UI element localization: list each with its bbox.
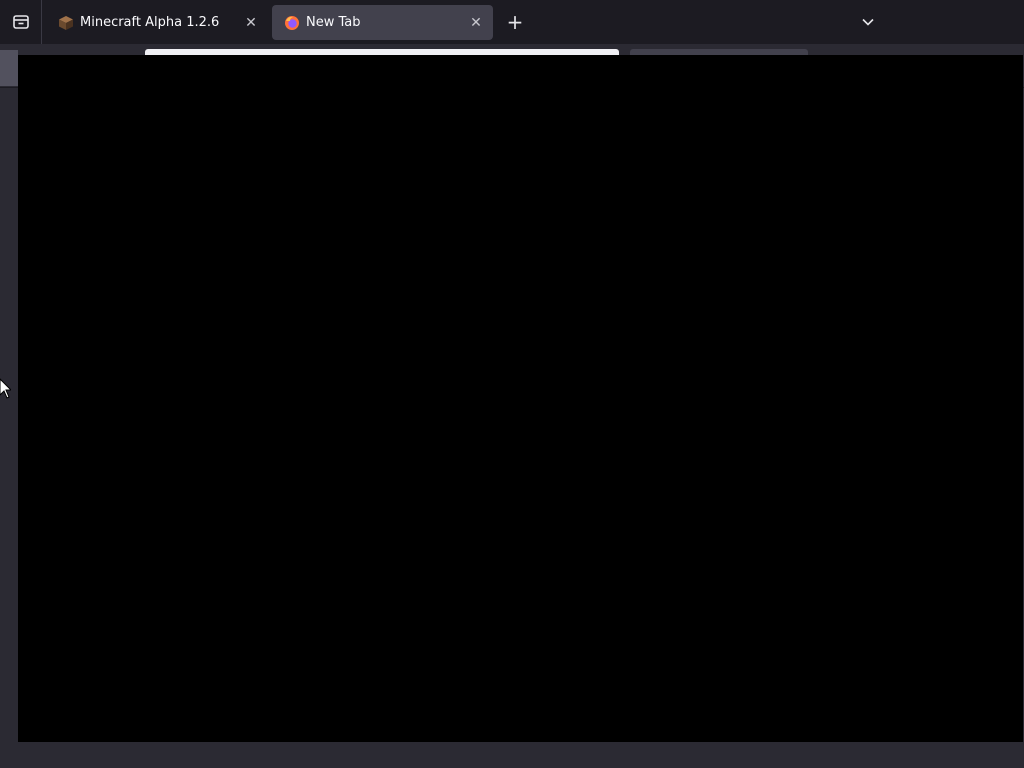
window-frame bbox=[0, 88, 18, 742]
toolbar-button[interactable] bbox=[0, 50, 18, 86]
tab-strip: Minecraft Alpha 1.2.6 ✕ New Tab ✕ + bbox=[0, 0, 1024, 44]
firefox-icon bbox=[285, 15, 299, 30]
tab-label: Minecraft Alpha 1.2.6 bbox=[80, 15, 220, 30]
minecraft-block-icon bbox=[59, 15, 73, 30]
tab-manager-button[interactable] bbox=[0, 0, 42, 44]
chevron-down-icon[interactable] bbox=[856, 10, 880, 34]
tab-manager-icon bbox=[12, 15, 29, 29]
tab-new-tab[interactable]: New Tab ✕ bbox=[272, 5, 493, 40]
mouse-cursor-icon bbox=[0, 378, 11, 399]
tab-minecraft[interactable]: Minecraft Alpha 1.2.6 ✕ bbox=[46, 5, 268, 40]
close-icon[interactable]: ✕ bbox=[239, 11, 263, 35]
window-frame bbox=[0, 742, 1024, 768]
tab-label: New Tab bbox=[306, 15, 361, 30]
game-window[interactable] bbox=[18, 55, 1023, 742]
plus-icon[interactable]: + bbox=[502, 9, 528, 35]
close-icon[interactable]: ✕ bbox=[464, 11, 488, 35]
